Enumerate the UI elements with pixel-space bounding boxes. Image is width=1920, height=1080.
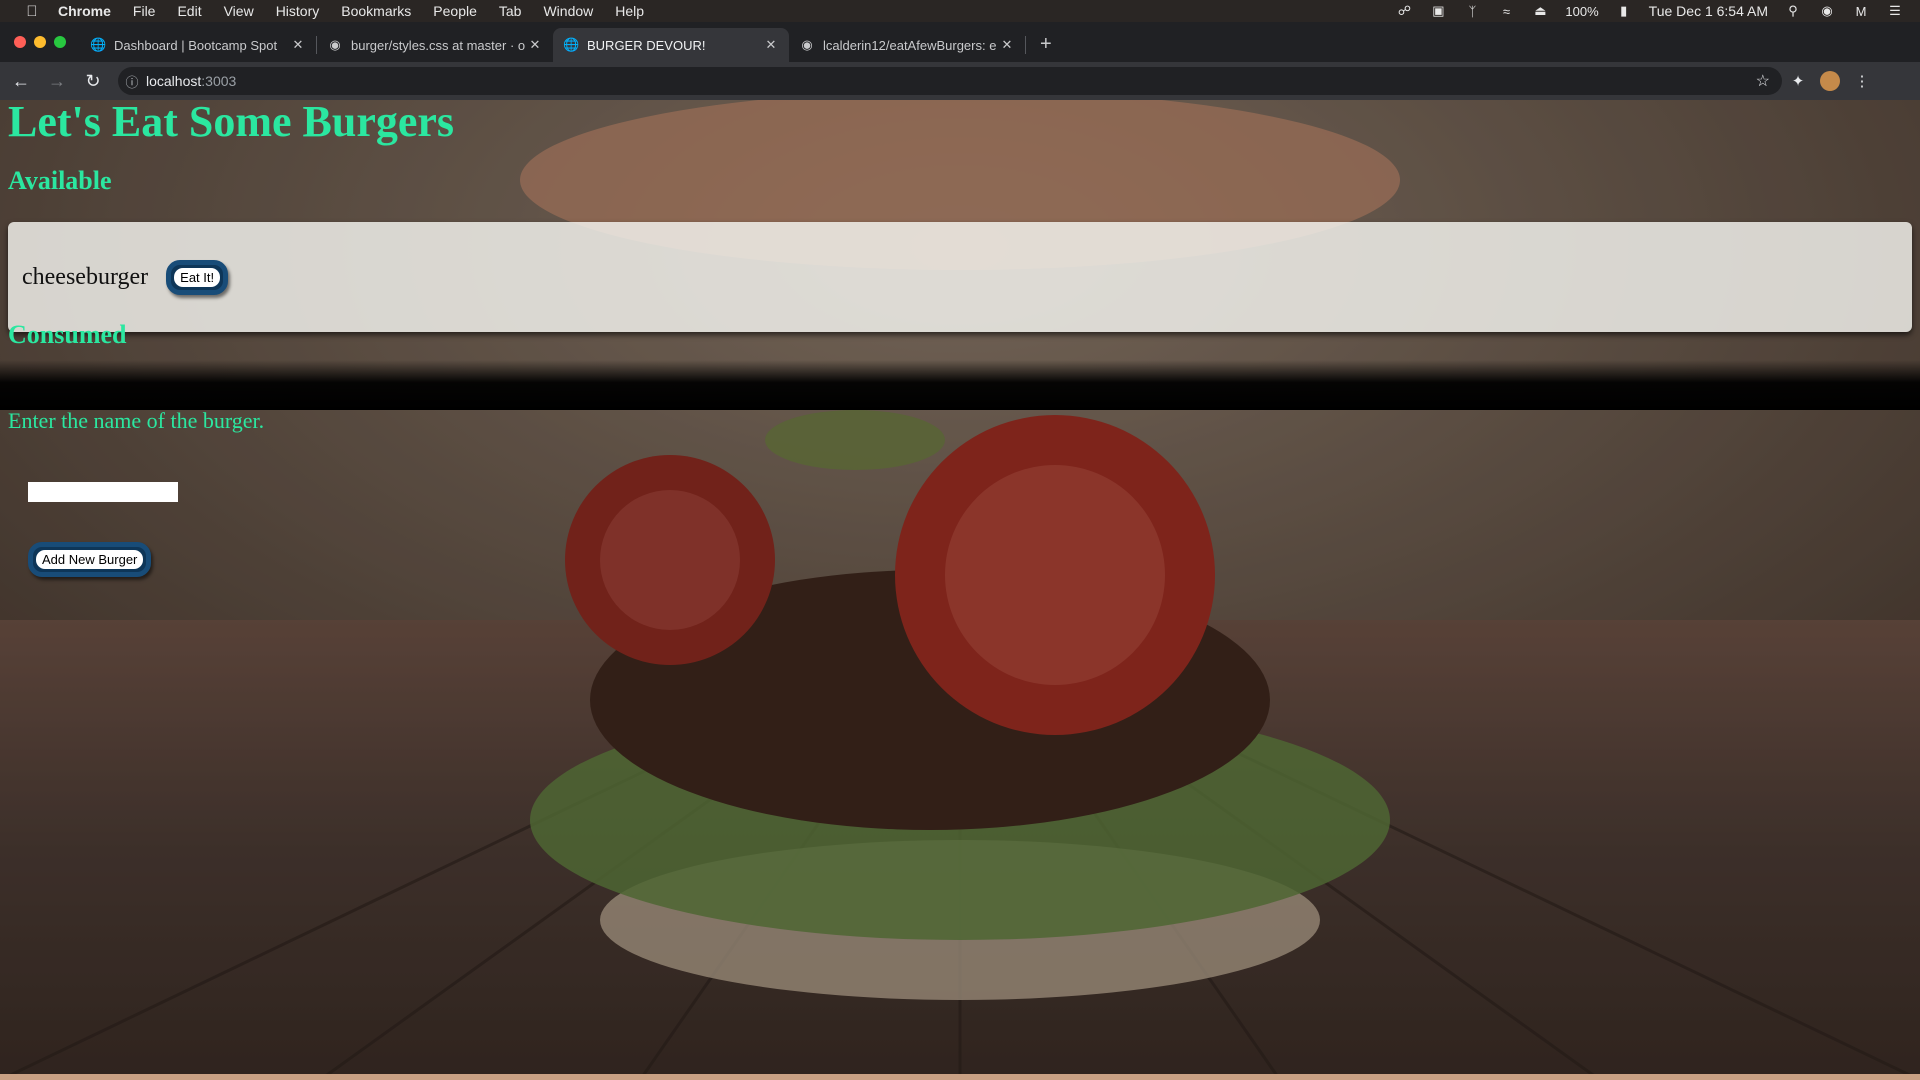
page-viewport: Let's Eat Some Burgers Available cheeseb…	[0, 100, 1920, 1080]
menu-edit[interactable]: Edit	[177, 3, 201, 19]
tab-burger-devour[interactable]: 🌐 BURGER DEVOUR! ✕	[553, 28, 789, 62]
url-port: :3003	[201, 73, 237, 89]
eat-it-label: Eat It!	[174, 267, 221, 287]
available-heading: Available	[8, 166, 112, 195]
globe-icon: 🌐	[563, 37, 580, 52]
zoom-window-button[interactable]	[54, 36, 66, 48]
browser-toolbar: ← → ↻ ⓘ localhost:3003 ☆ ✦ ⋮	[0, 62, 1920, 100]
available-burgers-card: cheeseburger Eat It!	[8, 222, 1912, 332]
status-area: ☍ ▣ ᛉ ≈ ⏏ 100% ▮ Tue Dec 1 6:54 AM ⚲ ◉ M…	[1395, 3, 1904, 19]
apple-icon[interactable]: 	[20, 3, 44, 20]
github-icon: ◉	[329, 37, 341, 52]
battery-icon[interactable]: ▮	[1615, 3, 1633, 19]
bluetooth-icon[interactable]: ᛉ	[1463, 4, 1481, 19]
menu-app-chrome[interactable]: Chrome	[58, 3, 111, 19]
eject-icon[interactable]: ⏏	[1531, 3, 1549, 19]
menu-help[interactable]: Help	[615, 3, 644, 19]
close-icon[interactable]: ✕	[527, 37, 543, 53]
new-tab-button[interactable]: +	[1026, 33, 1066, 62]
menu-view[interactable]: View	[224, 3, 254, 19]
burger-name-input[interactable]	[28, 482, 178, 502]
clock[interactable]: Tue Dec 1 6:54 AM	[1649, 3, 1768, 19]
page-title: Let's Eat Some Burgers	[8, 100, 455, 146]
macos-menu-bar:  Chrome File Edit View History Bookmark…	[0, 0, 1920, 22]
consumed-heading: Consumed	[8, 320, 127, 349]
address-bar[interactable]: ⓘ localhost:3003 ☆	[118, 67, 1782, 95]
creative-cloud-icon[interactable]: ☍	[1395, 3, 1413, 19]
back-button[interactable]: ←	[6, 71, 36, 92]
page-bottom-edge	[0, 1074, 1920, 1080]
github-icon: ◉	[801, 37, 813, 52]
consumed-list-area	[0, 360, 1920, 410]
tab-styles-css[interactable]: ◉ burger/styles.css at master · o ✕	[317, 28, 553, 62]
add-new-burger-label: Add New Burger	[36, 550, 144, 569]
siri-icon[interactable]: ◉	[1818, 3, 1836, 19]
gmail-icon[interactable]: M	[1852, 4, 1870, 19]
profile-avatar[interactable]	[1820, 71, 1840, 91]
tab-title: BURGER DEVOUR!	[587, 37, 706, 53]
notification-center-icon[interactable]: ☰	[1886, 3, 1904, 19]
extensions-puzzle-icon[interactable]: ✦	[1782, 72, 1814, 90]
close-icon[interactable]: ✕	[999, 37, 1015, 53]
menu-tab[interactable]: Tab	[499, 3, 522, 19]
reload-button[interactable]: ↻	[78, 71, 108, 92]
tab-eat-a-few-burgers[interactable]: ◉ lcalderin12/eatAfewBurgers: e ✕	[789, 28, 1025, 62]
burger-name: cheeseburger	[22, 263, 149, 290]
site-info-icon[interactable]: ⓘ	[118, 72, 146, 91]
close-icon[interactable]: ✕	[290, 37, 306, 53]
wifi-icon[interactable]: ≈	[1497, 4, 1515, 19]
chrome-menu-icon[interactable]: ⋮	[1846, 72, 1878, 90]
window-controls	[0, 36, 80, 62]
page-content: Let's Eat Some Burgers Available cheeseb…	[0, 100, 1920, 1080]
url-host: localhost	[146, 73, 202, 89]
display-icon[interactable]: ▣	[1429, 3, 1447, 19]
forward-button[interactable]: →	[42, 71, 72, 92]
menu-people[interactable]: People	[433, 3, 477, 19]
close-icon[interactable]: ✕	[763, 37, 779, 53]
menu-bookmarks[interactable]: Bookmarks	[341, 3, 411, 19]
bookmark-star-icon[interactable]: ☆	[1756, 71, 1770, 91]
menu-window[interactable]: Window	[543, 3, 593, 19]
globe-icon: 🌐	[90, 37, 107, 52]
tab-strip: 🌐 Dashboard | Bootcamp Spot ✕ ◉ burger/s…	[0, 22, 1920, 62]
tab-title: lcalderin12/eatAfewBurgers: e	[823, 37, 997, 53]
close-window-button[interactable]	[14, 36, 26, 48]
spotlight-search-icon[interactable]: ⚲	[1784, 3, 1802, 19]
burger-form-label: Enter the name of the burger.	[8, 408, 265, 433]
tab-dashboard[interactable]: 🌐 Dashboard | Bootcamp Spot ✕	[80, 28, 316, 62]
minimize-window-button[interactable]	[34, 36, 46, 48]
eat-it-button[interactable]: Eat It!	[166, 259, 229, 295]
add-new-burger-button[interactable]: Add New Burger	[28, 542, 152, 577]
tab-title: Dashboard | Bootcamp Spot	[114, 37, 278, 53]
tab-title: burger/styles.css at master · o	[351, 37, 526, 53]
menu-file[interactable]: File	[133, 3, 156, 19]
battery-percent: 100%	[1565, 3, 1599, 19]
menu-history[interactable]: History	[276, 3, 320, 19]
